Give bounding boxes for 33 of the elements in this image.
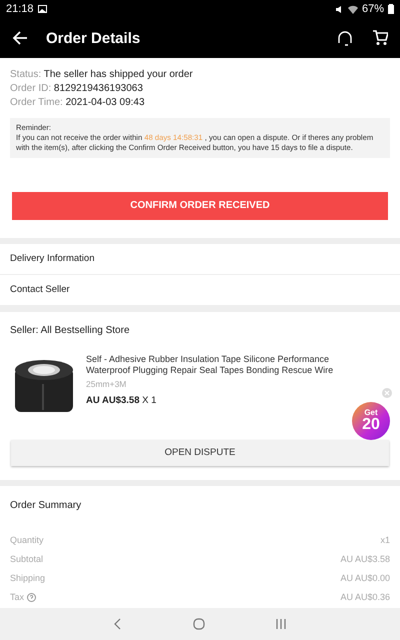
product-price: AU AU$3.58 X 1 bbox=[86, 394, 156, 406]
home-icon[interactable] bbox=[193, 618, 205, 630]
order-info-line: Order Time: 2021-04-03 09:43 bbox=[10, 97, 146, 108]
help-icon[interactable] bbox=[27, 592, 36, 602]
order-info-line: Status: The seller has shipped your order bbox=[10, 69, 194, 80]
battery-percent: 67% bbox=[362, 3, 384, 15]
mute-icon bbox=[334, 4, 344, 14]
product-title[interactable]: Self - Adhesive Rubber Insulation Tape Silicone Performance Waterproof Plugging Repair Seal Tapes Bonding Rescue Wire bbox=[86, 354, 356, 377]
summary-title: Order Summary bbox=[10, 500, 82, 511]
battery-icon bbox=[388, 4, 394, 14]
order-info-line: Order ID: 8129219436193063 bbox=[10, 83, 144, 94]
recent-apps-icon[interactable] bbox=[275, 618, 287, 630]
summary-label: Shipping bbox=[10, 573, 46, 584]
confirm-order-button[interactable]: CONFIRM ORDER RECEIVED bbox=[12, 192, 388, 220]
image-icon bbox=[38, 5, 47, 13]
wifi-icon bbox=[348, 4, 358, 14]
clock-time: 21:18 bbox=[6, 3, 34, 15]
summary-value: AU AU$0.36 bbox=[340, 592, 390, 602]
summary-label: Tax bbox=[10, 592, 24, 602]
summary-value: AU AU$0.00 bbox=[340, 573, 390, 584]
cart-icon[interactable] bbox=[372, 30, 388, 46]
summary-label: Subtotal bbox=[10, 554, 44, 564]
product-variant: 25mm+3M bbox=[86, 378, 128, 389]
menu-row[interactable]: Delivery Information bbox=[0, 244, 400, 275]
summary-value: AU AU$3.58 bbox=[340, 554, 390, 564]
open-dispute-button[interactable]: OPEN DISPUTE bbox=[11, 440, 389, 466]
summary-value: x1 bbox=[380, 535, 390, 546]
back-icon[interactable] bbox=[12, 30, 28, 46]
headset-icon[interactable] bbox=[336, 29, 354, 47]
promo-badge[interactable]: Get 20 bbox=[352, 402, 390, 440]
seller-name: Seller: All Bestselling Store bbox=[9, 324, 131, 338]
page-title: Order Details bbox=[46, 30, 142, 46]
summary-label: Quantity bbox=[10, 535, 44, 546]
